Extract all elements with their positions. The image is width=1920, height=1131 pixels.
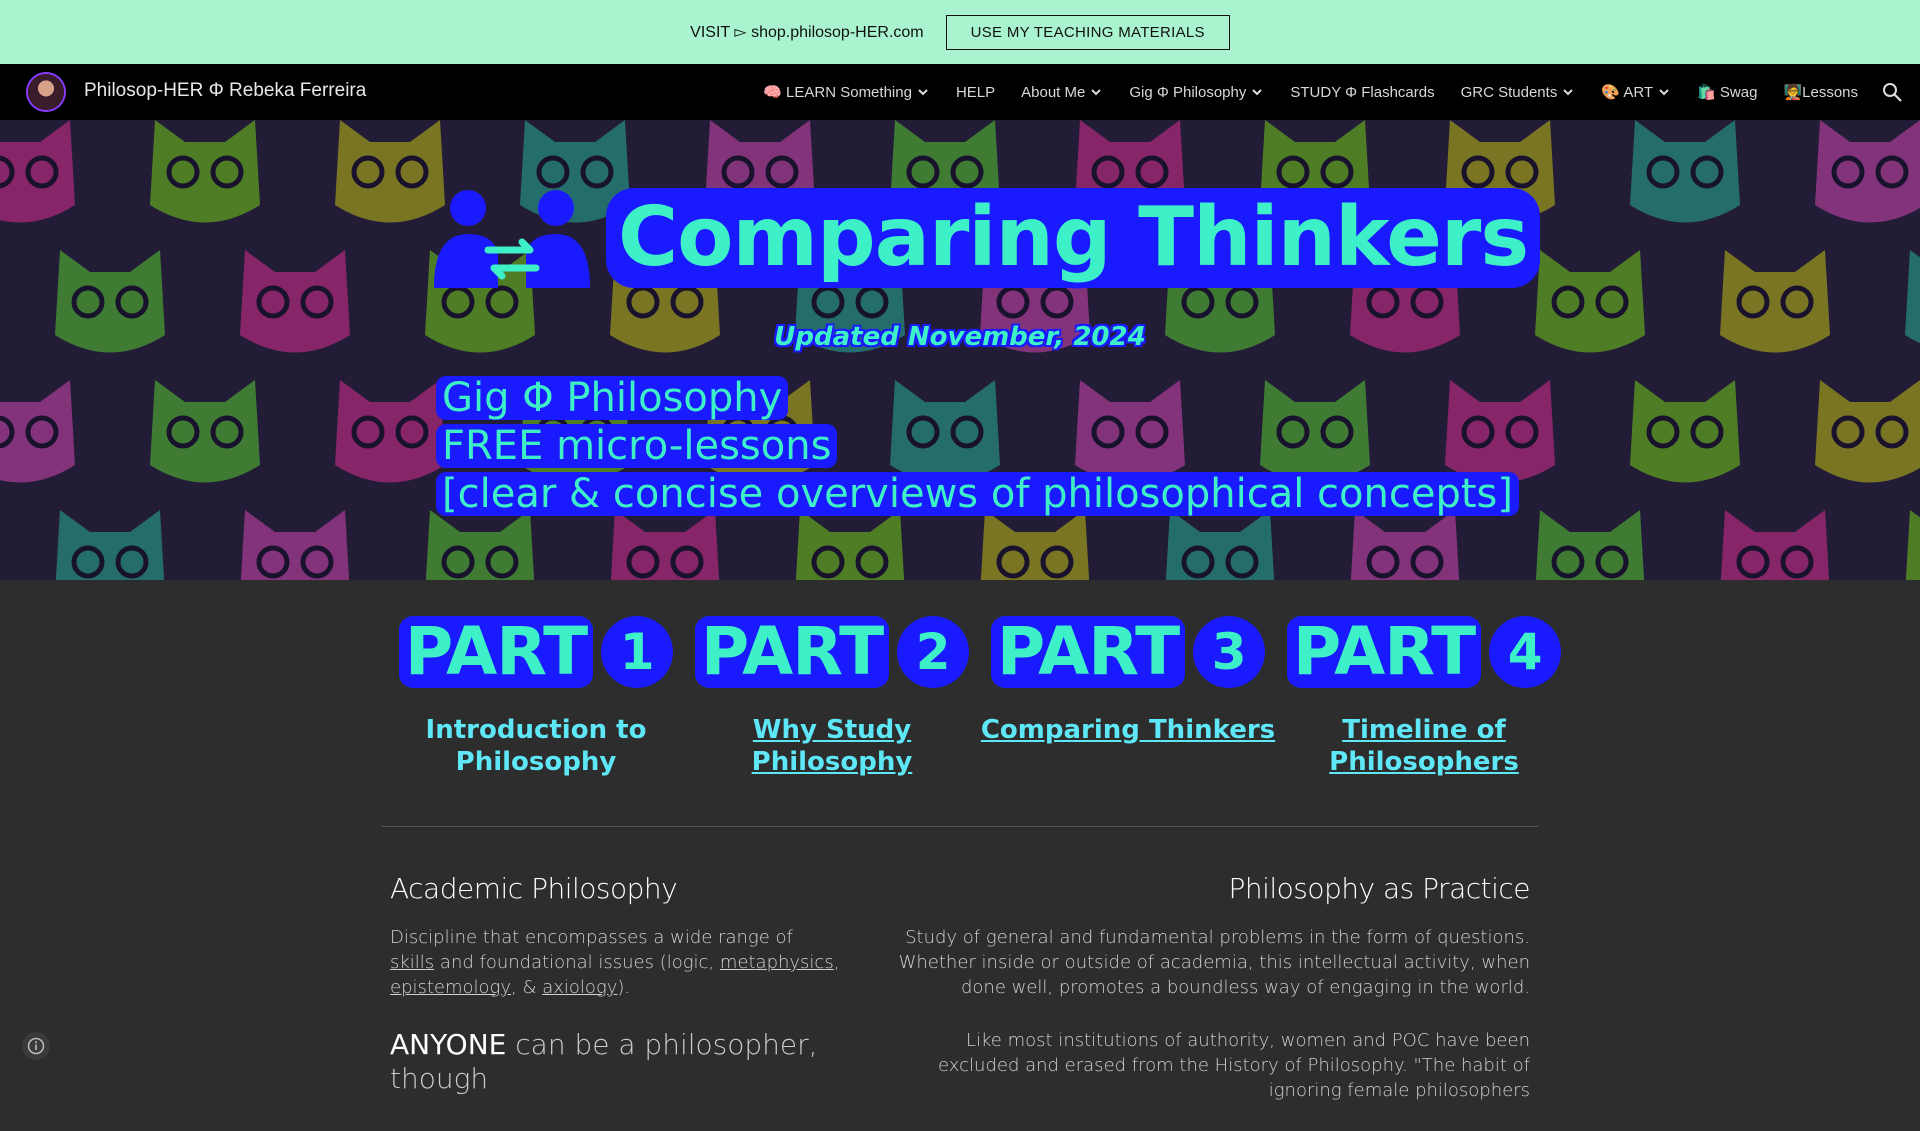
hero-line-3: [clear & concise overviews of philosophi… (436, 472, 1519, 516)
nav-item-0[interactable]: 🧠 LEARN Something (763, 83, 930, 101)
practice-description: Study of general and fundamental problem… (898, 927, 1530, 998)
nav-item-2[interactable]: About Me (1021, 84, 1103, 101)
part-word: PART (990, 616, 1186, 688)
text: and foundational issues (logic, (434, 952, 720, 973)
anyone-word: ANYONE (390, 1028, 507, 1061)
skills-link[interactable]: skills (390, 952, 434, 973)
academic-title: Academic Philosophy (390, 872, 678, 905)
people-compare-icon (434, 190, 590, 288)
part-3-card: PART 3 Comparing Thinkers (980, 612, 1276, 746)
epistemology-link[interactable]: epistemology (390, 977, 511, 998)
part-number: 4 (1489, 616, 1562, 688)
hero-updated-date: Updated November, 2024 (774, 322, 1146, 352)
nav-item-5[interactable]: GRC Students (1461, 84, 1576, 101)
section-divider (382, 826, 1538, 827)
part-3-link[interactable]: Comparing Thinkers (980, 714, 1276, 746)
axiology-link[interactable]: axiology (542, 977, 617, 998)
top-nav: Philosop-HER Φ Rebeka Ferreira 🧠 LEARN S… (0, 64, 1920, 120)
part-2-link[interactable]: Why Study Philosophy (684, 714, 980, 778)
academic-philosophy-section: Academic Philosophy Discipline that enco… (390, 872, 840, 1124)
parts-row: PART 1 Introduction to Philosophy PART 2… (388, 612, 1562, 792)
chevron-down-icon (1659, 89, 1669, 96)
part-3-badge: PART 3 (980, 612, 1276, 692)
part-4-badge: PART 4 (1276, 612, 1572, 692)
part-4-link[interactable]: Timeline of Philosophers (1276, 714, 1572, 778)
academic-description: Discipline that encompasses a wide range… (390, 925, 840, 1000)
nav-item-label: About Me (1021, 83, 1086, 101)
hero-line-1: Gig Φ Philosophy (436, 376, 789, 420)
site-info-button[interactable] (22, 1032, 50, 1060)
nav-item-7[interactable]: 🛍️ Swag (1697, 83, 1757, 101)
chevron-down-icon (1563, 89, 1574, 96)
nav-menu: 🧠 LEARN Something HELP About Me Gig Φ Philo… (763, 64, 1858, 120)
hero-banner: Comparing Thinkers Updated November, 202… (0, 120, 1920, 580)
site-title[interactable]: Philosop-HER Φ Rebeka Ferreira (84, 80, 366, 102)
part-4-card: PART 4 Timeline of Philosophers (1276, 612, 1572, 778)
text: Discipline that encompasses a wide range… (390, 927, 793, 948)
nav-item-label: HELP (955, 83, 996, 101)
part-2-card: PART 2 Why Study Philosophy (684, 612, 980, 778)
part-1-badge: PART 1 (388, 612, 684, 692)
anyone-statement: ANYONE can be a philosopher, though (390, 1028, 840, 1096)
nav-item-label: Gig Φ Philosophy (1129, 83, 1247, 101)
nav-item-4[interactable]: STUDY Φ Flashcards (1290, 84, 1434, 101)
nav-item-label: 🛍️ Swag (1697, 84, 1758, 101)
philosophy-practice-section: Philosophy as Practice Study of general … (880, 872, 1531, 1131)
chevron-down-icon (1091, 89, 1102, 96)
shop-link[interactable]: VISIT ▻ shop.philosop-HER.com (690, 22, 923, 42)
part-2-badge: PART 2 (684, 612, 980, 692)
hero-title: Comparing Thinkers (606, 188, 1541, 288)
chevron-down-icon (918, 89, 928, 96)
nav-item-label: 🎨 ART (1601, 84, 1654, 101)
hero-line-2: FREE micro-lessons (436, 424, 838, 468)
announcement-bar: VISIT ▻ shop.philosop-HER.com USE MY TEA… (0, 0, 1920, 64)
part-1-card: PART 1 Introduction to Philosophy (388, 612, 684, 778)
chevron-down-icon (1252, 89, 1263, 96)
part-number: 1 (601, 616, 674, 688)
nav-item-3[interactable]: Gig Φ Philosophy (1129, 84, 1264, 101)
nav-item-1[interactable]: HELP (956, 84, 995, 101)
text: , (833, 952, 840, 973)
practice-title: Philosophy as Practice (1228, 872, 1530, 905)
exclusion-paragraph: Like most institutions of authority, wom… (938, 1030, 1530, 1101)
search-icon[interactable] (1880, 80, 1904, 104)
part-word: PART (398, 616, 594, 688)
part-word: PART (1286, 616, 1482, 688)
teaching-materials-button[interactable]: USE MY TEACHING MATERIALS (945, 14, 1230, 50)
hero-title-group: Comparing Thinkers (432, 188, 1541, 288)
hero-subtitle-lines: Gig Φ Philosophy FREE micro-lessons [cle… (436, 376, 1519, 520)
nav-item-label: STUDY Φ Flashcards (1290, 83, 1435, 101)
text: , & (511, 977, 543, 998)
nav-item-label: 🧠 LEARN Something (763, 84, 912, 101)
part-number: 2 (897, 616, 970, 688)
nav-item-8[interactable]: 🧑‍🏫Lessons (1783, 83, 1858, 101)
part-word: PART (694, 616, 890, 688)
nav-item-label: GRC Students (1460, 83, 1558, 101)
text: ). (617, 977, 631, 998)
part-number: 3 (1193, 616, 1266, 688)
avatar[interactable] (28, 74, 64, 110)
nav-item-6[interactable]: 🎨 ART (1601, 83, 1671, 101)
nav-item-label: 🧑‍🏫Lessons (1783, 84, 1858, 101)
info-icon (27, 1037, 45, 1055)
metaphysics-link[interactable]: metaphysics (720, 952, 834, 973)
part-1-label: Introduction to Philosophy (425, 715, 647, 777)
